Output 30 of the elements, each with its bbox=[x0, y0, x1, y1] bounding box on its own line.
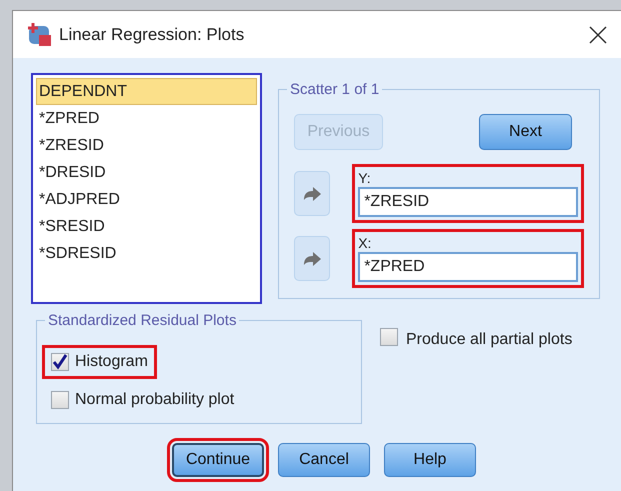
variable-item[interactable]: *ZPRED bbox=[36, 105, 257, 132]
axis-label: X: bbox=[358, 234, 372, 252]
checkbox[interactable] bbox=[380, 328, 398, 346]
variable-item[interactable]: *SRESID bbox=[36, 213, 257, 240]
variable-item[interactable]: *ZRESID bbox=[36, 132, 257, 159]
dialog-button[interactable]: Cancel bbox=[278, 443, 370, 477]
variable-item[interactable]: DEPENDNT bbox=[36, 78, 257, 105]
dialog-button[interactable]: Help bbox=[384, 443, 476, 477]
variable-item[interactable]: *SDRESID bbox=[36, 240, 257, 267]
checkbox-row[interactable]: Histogram bbox=[42, 345, 157, 379]
move-arrow-button[interactable] bbox=[294, 171, 330, 216]
axis-field[interactable]: *ZPRED bbox=[358, 252, 578, 282]
checkbox-label: Produce all partial plots bbox=[406, 330, 572, 350]
curved-arrow-icon bbox=[302, 186, 322, 202]
checkbox-label: Histogram bbox=[75, 352, 148, 372]
curved-arrow-icon bbox=[302, 250, 322, 266]
axis-label: Y: bbox=[358, 169, 372, 187]
checkbox[interactable] bbox=[51, 391, 69, 409]
checkbox-row[interactable]: Normal probability plot bbox=[42, 383, 244, 417]
checkbox-label: Normal probability plot bbox=[75, 390, 234, 410]
checkbox[interactable] bbox=[51, 353, 69, 371]
checkmark-icon bbox=[52, 354, 68, 370]
window-title: Linear Regression: Plots bbox=[59, 24, 244, 46]
variable-item[interactable]: *ADJPRED bbox=[36, 186, 257, 213]
variable-item[interactable]: *DRESID bbox=[36, 159, 257, 186]
move-arrow-button[interactable] bbox=[294, 236, 330, 281]
axis-field[interactable]: *ZRESID bbox=[358, 187, 578, 217]
close-icon[interactable] bbox=[589, 26, 607, 44]
next-button[interactable]: Next bbox=[479, 114, 572, 150]
app-icon bbox=[27, 22, 53, 48]
